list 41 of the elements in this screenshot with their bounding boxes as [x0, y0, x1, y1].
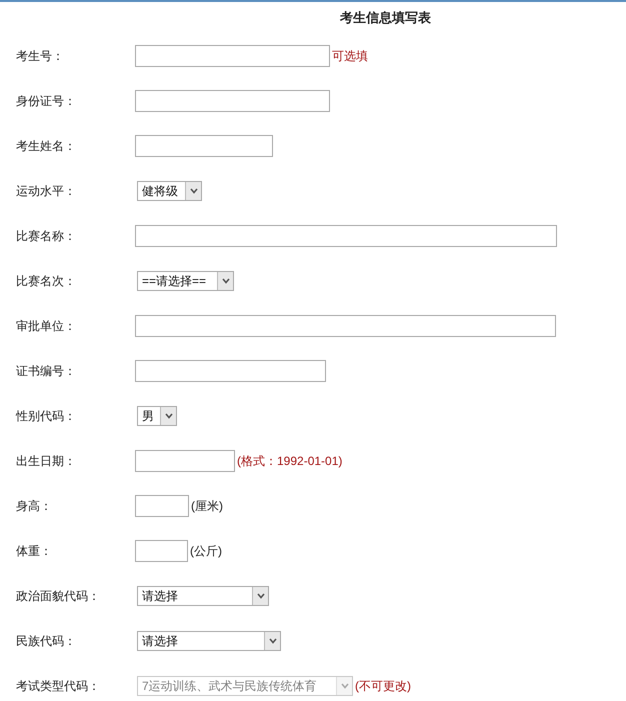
field-label: 身高： — [15, 498, 53, 514]
caret-icon — [336, 676, 352, 694]
text-input[interactable] — [135, 450, 235, 472]
field-label: 性别代码： — [14, 408, 77, 424]
dropdown[interactable]: 健将级 — [137, 180, 202, 200]
field-label: 考生号： — [15, 48, 65, 64]
field-note: (公斤) — [190, 542, 222, 560]
text-input[interactable] — [135, 314, 556, 336]
field-label: 运动水平： — [15, 182, 77, 200]
field-note: (不可更改) — [355, 678, 411, 694]
field-label: 比赛名次： — [15, 272, 77, 290]
field-label: 身份证号： — [15, 92, 77, 110]
dropdown[interactable]: 请选择 — [137, 586, 269, 606]
field-label: 考生姓名： — [15, 138, 77, 154]
text-input[interactable] — [135, 44, 330, 66]
caret-icon — [185, 182, 201, 200]
text-input[interactable] — [135, 540, 188, 562]
field-note: 可选填 — [332, 48, 368, 64]
text-input[interactable] — [135, 90, 330, 112]
caret-icon — [160, 406, 176, 424]
field-label: 考试类型代码： — [15, 678, 101, 694]
field-note: (厘米) — [191, 498, 223, 514]
caret-icon — [252, 586, 268, 604]
text-input[interactable] — [135, 134, 273, 156]
dropdown[interactable]: 请选择 — [137, 630, 281, 650]
text-input[interactable] — [135, 360, 326, 382]
field-label: 证书编号： — [15, 362, 77, 380]
field-label: 审批单位： — [15, 318, 77, 334]
field-label: 政治面貌代码： — [15, 588, 101, 604]
field-note: (格式：1992-01-01) — [237, 452, 342, 470]
text-input[interactable] — [135, 224, 557, 246]
form-title: 考生信息填写表 — [340, 8, 431, 27]
caret-icon — [264, 632, 280, 650]
text-input[interactable] — [135, 494, 189, 516]
field-label: 出生日期： — [15, 452, 77, 470]
dropdown[interactable]: 男 — [137, 406, 177, 426]
field-label: 体重： — [15, 542, 53, 560]
caret-icon — [217, 272, 233, 290]
dropdown[interactable]: ==请选择== — [137, 270, 234, 290]
field-label: 民族代码： — [15, 632, 77, 650]
field-label: 比赛名称： — [15, 228, 77, 244]
